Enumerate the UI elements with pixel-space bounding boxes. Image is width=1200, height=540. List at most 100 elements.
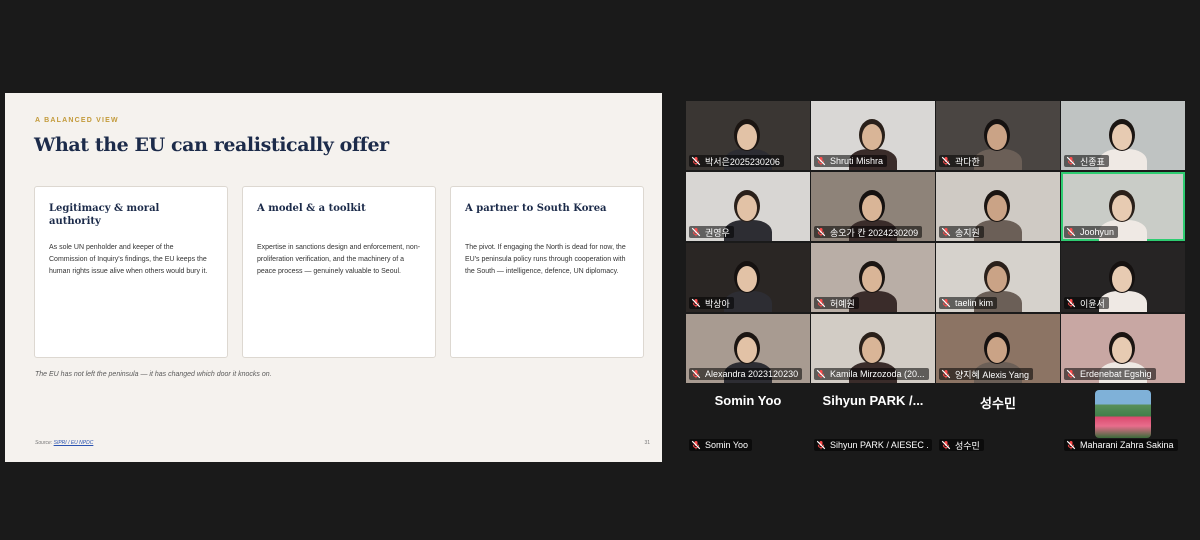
participant-name-tag: 신종표 (1064, 155, 1109, 167)
mic-muted-icon (816, 369, 826, 379)
participant-name-tag: 이윤서 (1064, 297, 1109, 309)
participant-video-tile[interactable]: 허예원 (811, 243, 935, 312)
card-partner: A partner to South Korea The pivot. If e… (450, 186, 644, 358)
mic-muted-icon (816, 227, 826, 237)
participant-name: Kamila Mirzozoda (20... (830, 369, 925, 379)
mic-muted-icon (691, 440, 701, 450)
participant-name-tag: Somin Yoo (689, 439, 753, 451)
participant-name: Sihyun PARK / AIESEC ... (830, 440, 928, 450)
card-toolkit: A model & a toolkit Expertise in sanctio… (242, 186, 436, 358)
participant-name: 양지혜 Alexis Yang (955, 369, 1030, 380)
participant-video-tile[interactable]: taelin kim (936, 243, 1060, 312)
participant-name: 신종표 (1080, 156, 1105, 167)
participant-video-tile[interactable]: Shruti Mishra (811, 101, 935, 170)
slide-tagline: The EU has not left the peninsula — it h… (35, 371, 272, 378)
participant-tile-no-video[interactable]: Somin Yoo Somin Yoo (686, 385, 810, 454)
mic-muted-icon (816, 298, 826, 308)
participant-tile-no-video[interactable]: 성수민 성수민 (936, 385, 1060, 454)
participant-name-tag: Shruti Mishra (814, 155, 888, 167)
slide-title: What the EU can realistically offer (34, 134, 389, 156)
participant-name: 송지원 (955, 227, 980, 238)
participant-name: 허예원 (830, 298, 855, 309)
participant-video-tile[interactable]: Erdenebat Egshig (1061, 314, 1185, 383)
participant-name-tag: 권영우 (689, 226, 734, 238)
mic-muted-icon (691, 298, 701, 308)
participant-name: 곽다한 (955, 156, 980, 167)
participant-name: 송오가 칸 2024230209 (830, 227, 919, 238)
participant-name-tag: 송지원 (939, 226, 984, 238)
participant-name-tag: 성수민 (939, 439, 984, 451)
card-title: A model & a toolkit (257, 203, 366, 214)
participant-name: Alexandra 2023120230 (705, 369, 799, 379)
participant-name: Shruti Mishra (830, 156, 884, 166)
participant-video-tile[interactable]: 이윤서 (1061, 243, 1185, 312)
participant-video-tile[interactable]: 송오가 칸 2024230209 (811, 172, 935, 241)
participant-name-tag: Erdenebat Egshig (1064, 368, 1156, 380)
participant-name-tag: 양지혜 Alexis Yang (939, 368, 1034, 380)
mic-muted-icon (1066, 440, 1076, 450)
mic-muted-icon (941, 440, 951, 450)
slide-eyebrow: A BALANCED VIEW (35, 117, 119, 124)
participant-name: 권영우 (705, 227, 730, 238)
card-body: The pivot. If engaging the North is dead… (465, 244, 626, 275)
shared-slide: A BALANCED VIEW What the EU can realisti… (5, 93, 662, 462)
card-body: Expertise in sanctions design and enforc… (257, 244, 421, 275)
participant-video-tile[interactable]: Alexandra 2023120230 (686, 314, 810, 383)
participant-name: 이윤서 (1080, 298, 1105, 309)
mic-muted-icon (941, 369, 951, 379)
participant-name: Erdenebat Egshig (1080, 369, 1152, 379)
card-legitimacy: Legitimacy & moral authority As sole UN … (34, 186, 228, 358)
mic-muted-icon (691, 227, 701, 237)
participant-name: 성수민 (955, 440, 980, 451)
participant-display-name: Somin Yoo (714, 393, 782, 408)
participant-video-tile[interactable]: 양지혜 Alexis Yang (936, 314, 1060, 383)
card-title: Legitimacy & moral authority (49, 203, 160, 227)
participant-tile-no-video[interactable]: Sihyun PARK /... Sihyun PARK / AIESEC ... (811, 385, 935, 454)
participant-name-tag: Joohyun (1064, 226, 1119, 238)
card-title: A partner to South Korea (465, 203, 607, 214)
participant-name-tag: 곽다한 (939, 155, 984, 167)
source-link[interactable]: SIPRI / EU NPDC (54, 440, 94, 446)
participant-name: 박상아 (705, 298, 730, 309)
profile-picture (1095, 390, 1151, 438)
participant-name: 박서은2025230206 (705, 156, 780, 167)
participant-name-tag: Alexandra 2023120230 (689, 368, 803, 380)
participant-video-tile[interactable]: 박서은2025230206 (686, 101, 810, 170)
participant-name-tag: 송오가 칸 2024230209 (814, 226, 923, 238)
participant-video-tile[interactable]: 박상아 (686, 243, 810, 312)
participant-name-tag: Maharani Zahra Sakina (1064, 439, 1178, 451)
mic-muted-icon (1066, 156, 1076, 166)
participant-name: Maharani Zahra Sakina (1080, 440, 1174, 450)
participant-video-tile[interactable]: 신종표 (1061, 101, 1185, 170)
mic-muted-icon (1066, 369, 1076, 379)
participant-name-tag: 박서은2025230206 (689, 155, 784, 167)
slide-page-number: 31 (644, 440, 650, 446)
mic-muted-icon (941, 227, 951, 237)
participant-video-tile[interactable]: Kamila Mirzozoda (20... (811, 314, 935, 383)
card-body: As sole UN penholder and keeper of the C… (49, 244, 208, 275)
participant-tile-no-video[interactable]: Maharani Zahra Sakina (1061, 385, 1185, 454)
mic-muted-icon (816, 440, 826, 450)
participant-video-tile[interactable]: 권영우 (686, 172, 810, 241)
participant-video-tile[interactable]: 곽다한 (936, 101, 1060, 170)
participant-name: Somin Yoo (705, 440, 749, 450)
mic-muted-icon (1066, 227, 1076, 237)
participant-name-tag: 박상아 (689, 297, 734, 309)
participant-name: Joohyun (1080, 227, 1115, 237)
participant-name-tag: Kamila Mirzozoda (20... (814, 368, 929, 380)
participant-name-tag: taelin kim (939, 297, 998, 309)
mic-muted-icon (691, 369, 701, 379)
mic-muted-icon (691, 156, 701, 166)
mic-muted-icon (941, 298, 951, 308)
mic-muted-icon (1066, 298, 1076, 308)
participant-name: taelin kim (955, 298, 994, 308)
participant-display-name: 성수민 (980, 396, 1016, 411)
participant-video-tile[interactable]: 송지원 (936, 172, 1060, 241)
mic-muted-icon (941, 156, 951, 166)
mic-muted-icon (816, 156, 826, 166)
source-label: Source: (35, 440, 53, 446)
participant-name-tag: Sihyun PARK / AIESEC ... (814, 439, 932, 451)
participant-video-tile[interactable]: Joohyun (1061, 172, 1185, 241)
participant-display-name: Sihyun PARK /... (822, 393, 924, 408)
participant-name-tag: 허예원 (814, 297, 859, 309)
